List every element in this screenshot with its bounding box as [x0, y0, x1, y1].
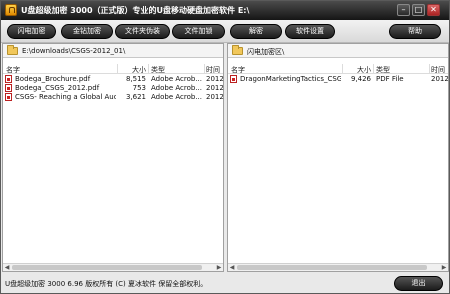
- right-file-pane: 闪电加密区\ 名字 大小 类型 时间 DragonMarketingTactic…: [227, 43, 449, 272]
- file-time: 2012/: [431, 75, 449, 83]
- scroll-right-icon[interactable]: ▶: [440, 264, 448, 271]
- exit-button[interactable]: 退出: [394, 276, 443, 291]
- file-time: 2012/: [206, 75, 224, 83]
- right-path: 闪电加密区\: [247, 48, 285, 56]
- minimize-button[interactable]: –: [397, 4, 410, 16]
- left-horizontal-scrollbar[interactable]: ◀ ▶: [3, 263, 223, 271]
- column-size[interactable]: 大小: [119, 65, 146, 75]
- title-bar: U盘超级加密 3000（正式版）专业的U盘移动硬盘加密软件 E:\ – □ ✕: [1, 1, 449, 20]
- left-list-header: 名字 大小 类型 时间: [3, 64, 223, 74]
- file-size: 3,621: [125, 93, 146, 101]
- file-name: DragonMarketingTactics_CSG...: [240, 75, 341, 83]
- column-type[interactable]: 类型: [151, 65, 165, 75]
- copyright-text: U盘超级加密 3000 6.96 版权所有 (C) 夏冰软件 保留全部权利。: [5, 280, 208, 288]
- file-name: Bodega_CSGS_2012.pdf: [15, 84, 100, 92]
- maximize-button[interactable]: □: [412, 4, 425, 16]
- file-lock-button[interactable]: 文件加锁: [172, 24, 225, 39]
- file-size: 9,426: [350, 75, 371, 83]
- help-button[interactable]: 帮助: [389, 24, 441, 39]
- close-button[interactable]: ✕: [427, 4, 440, 16]
- scroll-thumb[interactable]: [12, 265, 202, 270]
- scroll-left-icon[interactable]: ◀: [228, 264, 236, 271]
- right-path-bar: 闪电加密区\: [228, 44, 448, 58]
- left-file-pane: E:\downloads\CSGS-2012_01\ 名字 大小 类型 时间 B…: [2, 43, 224, 272]
- file-row[interactable]: DragonMarketingTactics_CSG... 9,426 PDF …: [228, 75, 449, 84]
- pdf-file-icon: [230, 75, 237, 83]
- app-window: U盘超级加密 3000（正式版）专业的U盘移动硬盘加密软件 E:\ – □ ✕ …: [0, 0, 450, 294]
- file-time: 2012/: [206, 93, 224, 101]
- column-divider[interactable]: [429, 64, 430, 74]
- settings-button[interactable]: 软件设置: [285, 24, 335, 39]
- pdf-file-icon: [5, 84, 12, 92]
- file-type: PDF File: [376, 75, 404, 83]
- diamond-encrypt-button[interactable]: 金钻加密: [61, 24, 113, 39]
- column-divider[interactable]: [148, 64, 149, 74]
- file-type: Adobe Acrob...: [151, 84, 203, 92]
- folder-icon: [7, 45, 18, 55]
- right-list-header: 名字 大小 类型 时间: [228, 64, 448, 74]
- file-size: 8,515: [125, 75, 146, 83]
- pdf-file-icon: [5, 93, 12, 101]
- column-name[interactable]: 名字: [231, 65, 245, 75]
- column-size[interactable]: 大小: [344, 65, 371, 75]
- file-row[interactable]: CSGS- Reaching a Global Audi... 3,621 Ad…: [3, 93, 224, 102]
- right-horizontal-scrollbar[interactable]: ◀ ▶: [228, 263, 448, 271]
- file-row[interactable]: Bodega_CSGS_2012.pdf 753 Adobe Acrob... …: [3, 84, 224, 93]
- scroll-thumb[interactable]: [237, 265, 427, 270]
- scroll-right-icon[interactable]: ▶: [215, 264, 223, 271]
- file-row[interactable]: Bodega_Brochure.pdf 8,515 Adobe Acrob...…: [3, 75, 224, 84]
- column-name[interactable]: 名字: [6, 65, 20, 75]
- lock-app-icon: [5, 4, 17, 16]
- decrypt-button[interactable]: 解密: [230, 24, 282, 39]
- column-divider[interactable]: [117, 64, 118, 74]
- file-name: CSGS- Reaching a Global Audi...: [15, 93, 116, 101]
- flash-encrypt-button[interactable]: 闪电加密: [7, 24, 56, 39]
- window-title: U盘超级加密 3000（正式版）专业的U盘移动硬盘加密软件 E:\: [21, 6, 250, 15]
- left-path: E:\downloads\CSGS-2012_01\: [22, 47, 126, 55]
- column-time[interactable]: 时间: [206, 65, 220, 75]
- scroll-left-icon[interactable]: ◀: [3, 264, 11, 271]
- column-time[interactable]: 时间: [431, 65, 445, 75]
- folder-disguise-button[interactable]: 文件夹伪装: [115, 24, 170, 39]
- file-size: 753: [132, 84, 146, 92]
- left-path-bar: E:\downloads\CSGS-2012_01\: [3, 44, 223, 58]
- column-divider[interactable]: [204, 64, 205, 74]
- pdf-file-icon: [5, 75, 12, 83]
- folder-icon: [232, 45, 243, 55]
- file-time: 2012/: [206, 84, 224, 92]
- column-divider[interactable]: [342, 64, 343, 74]
- status-bar: U盘超级加密 3000 6.96 版权所有 (C) 夏冰软件 保留全部权利。 退…: [1, 273, 449, 293]
- toolbar: 闪电加密 金钻加密 文件夹伪装 文件加锁 解密 软件设置 帮助: [1, 20, 449, 43]
- column-divider[interactable]: [373, 64, 374, 74]
- file-name: Bodega_Brochure.pdf: [15, 75, 91, 83]
- file-type: Adobe Acrob...: [151, 93, 203, 101]
- column-type[interactable]: 类型: [376, 65, 390, 75]
- file-type: Adobe Acrob...: [151, 75, 203, 83]
